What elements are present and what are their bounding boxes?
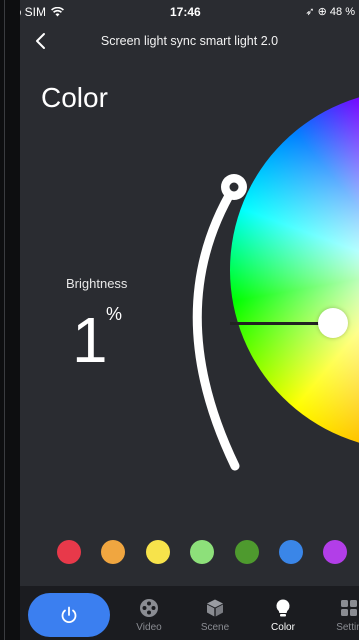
color-wheel[interactable]	[230, 90, 359, 450]
tab-video[interactable]: Video	[121, 598, 177, 633]
swatch-blue[interactable]	[279, 540, 303, 564]
brightness-value: 1	[72, 304, 108, 376]
tab-video-label: Video	[136, 622, 162, 633]
status-right: ➶ ⊕ 48 %	[305, 5, 355, 18]
swatch-purple[interactable]	[323, 540, 347, 564]
wifi-icon	[51, 6, 65, 17]
lock-rotation-icon: ⊕	[317, 6, 327, 18]
brightness-unit: %	[106, 304, 123, 324]
brightness-arc-track	[192, 182, 240, 471]
status-bar: No SIM 17:46 ➶ ⊕ 48 %	[20, 0, 359, 22]
tab-color[interactable]: Color	[255, 598, 311, 633]
tab-color-label: Color	[271, 622, 295, 633]
film-reel-icon	[140, 599, 158, 617]
swatch-orange[interactable]	[101, 540, 125, 564]
swatch-light-green[interactable]	[190, 540, 214, 564]
page-title: Color	[41, 82, 108, 113]
bulb-icon	[276, 599, 290, 617]
nav-bar: Screen light sync smart light 2.0	[20, 28, 359, 56]
location-icon: ➶	[305, 6, 315, 18]
swatch-green[interactable]	[235, 540, 259, 564]
clock: 17:46	[170, 5, 201, 19]
swatch-red[interactable]	[57, 540, 81, 564]
power-button[interactable]	[28, 593, 110, 637]
carrier-label: No SIM	[20, 5, 65, 19]
grid-icon	[341, 600, 357, 616]
color-wheel-knob[interactable]	[318, 308, 348, 338]
app-screen: No SIM 17:46 ➶ ⊕ 48 % Screen light sync …	[20, 0, 359, 640]
tab-scene-label: Scene	[200, 622, 230, 633]
nav-title: Screen light sync smart light 2.0	[100, 34, 279, 48]
power-icon	[61, 606, 77, 624]
tab-settings[interactable]: Settin	[321, 598, 359, 633]
device-frame	[0, 0, 20, 640]
swatch-yellow[interactable]	[146, 540, 170, 564]
tab-bar: Video Scene Color Settin	[20, 586, 359, 640]
tab-settings-label: Settin	[336, 622, 359, 633]
brightness-slider-handle[interactable]	[221, 174, 247, 200]
brightness-label: Brightness	[66, 276, 128, 291]
battery-label: 48 %	[329, 6, 355, 18]
cube-icon	[207, 599, 223, 617]
tab-scene[interactable]: Scene	[187, 598, 243, 633]
